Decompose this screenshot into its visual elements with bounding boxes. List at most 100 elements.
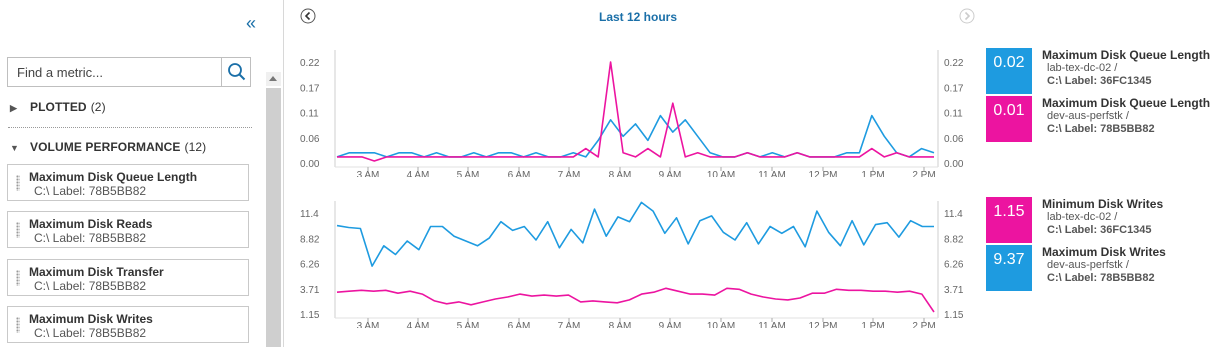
metric-label: C:\ Label: 78B5BB82 bbox=[34, 184, 147, 198]
series-line-lab-tex-dc-02 bbox=[336, 201, 934, 267]
group-label: PLOTTED bbox=[30, 100, 87, 114]
metric-name: Maximum Disk Writes bbox=[29, 312, 153, 326]
x-tick-label: 12 PM bbox=[809, 170, 838, 177]
metric-sidebar: « ▶ PLOTTED(2) ▼ VOLUME PERFORMANCE(12) Ma… bbox=[0, 0, 284, 347]
x-tick-label: 6 AM bbox=[508, 170, 531, 177]
legend-metric-title: Maximum Disk Queue Length bbox=[1042, 48, 1211, 62]
x-tick-label: 9 AM bbox=[659, 321, 682, 328]
drag-handle-icon[interactable] bbox=[16, 175, 20, 191]
time-range-title[interactable]: Last 12 hours bbox=[560, 10, 716, 24]
y-tick-label-left: 0.06 bbox=[300, 134, 320, 145]
y-tick-label-left: 6.26 bbox=[300, 260, 320, 271]
performance-analyzer: « ▶ PLOTTED(2) ▼ VOLUME PERFORMANCE(12) Ma… bbox=[0, 0, 1220, 347]
metric-label: C:\ Label: 78B5BB82 bbox=[34, 231, 147, 245]
y-tick-label-right: 0.11 bbox=[944, 109, 963, 120]
x-tick-label: 4 AM bbox=[407, 170, 430, 177]
caret-right-icon: ▶ bbox=[10, 103, 18, 113]
double-chevron-left-icon[interactable]: « bbox=[246, 14, 264, 34]
legend-volume-label: C:\ Label: 36FC1345 bbox=[1047, 224, 1152, 236]
y-tick-label-right: 3.71 bbox=[944, 285, 964, 296]
search-divider bbox=[221, 58, 222, 86]
y-tick-label-right: 1.15 bbox=[944, 310, 964, 321]
legend-entry[interactable]: 9.37 Maximum Disk Writes dev-aus-perfstk… bbox=[986, 245, 1220, 291]
previous-period-icon[interactable] bbox=[300, 8, 316, 24]
legend-volume-label: C:\ Label: 78B5BB82 bbox=[1047, 123, 1155, 135]
x-tick-label: 3 AM bbox=[357, 170, 380, 177]
legend-value-badge: 1.15 bbox=[986, 197, 1032, 243]
x-tick-label: 1 PM bbox=[861, 321, 884, 328]
legend-value-badge: 0.01 bbox=[986, 96, 1032, 142]
legend-entry[interactable]: 0.01 Maximum Disk Queue Length dev-aus-p… bbox=[986, 96, 1220, 142]
y-tick-label-right: 0.06 bbox=[944, 134, 964, 145]
x-tick-label: 11 AM bbox=[758, 321, 786, 328]
metric-name: Maximum Disk Transfer bbox=[29, 265, 164, 279]
y-tick-label-right: 0.17 bbox=[944, 83, 964, 94]
search-input[interactable] bbox=[8, 58, 220, 86]
group-volume-performance[interactable]: ▼ VOLUME PERFORMANCE (12) bbox=[10, 140, 206, 154]
y-tick-label-left: 0.17 bbox=[300, 83, 320, 94]
legend-node: lab-tex-dc-02 / bbox=[1047, 211, 1118, 223]
group-divider bbox=[8, 127, 252, 128]
search-icon[interactable] bbox=[227, 62, 247, 82]
y-tick-label-left: 0.22 bbox=[300, 58, 320, 69]
caret-down-icon: ▼ bbox=[10, 143, 20, 153]
y-tick-label-left: 1.15 bbox=[300, 310, 320, 321]
legend-volume-label: C:\ Label: 36FC1345 bbox=[1047, 75, 1152, 87]
x-tick-label: 9 AM bbox=[659, 170, 682, 177]
x-tick-label: 4 AM bbox=[407, 321, 430, 328]
metric-item[interactable]: Maximum Disk Reads C:\ Label: 78B5BB82 bbox=[7, 211, 249, 248]
x-tick-label: 5 AM bbox=[457, 321, 480, 328]
scrollbar-thumb[interactable] bbox=[266, 88, 281, 347]
disk-queue-chart[interactable]: 0.22 0.22 0.17 0.17 0.11 0.11 0.06 0.06 0.00 0.00… bbox=[290, 45, 980, 177]
legend-metric-title: Minimum Disk Writes bbox=[1042, 197, 1164, 211]
x-tick-label: 12 PM bbox=[809, 321, 838, 328]
y-tick-label-right: 0.00 bbox=[944, 159, 964, 170]
x-tick-label: 1 PM bbox=[861, 170, 884, 177]
metric-search bbox=[7, 57, 251, 87]
y-tick-label-right: 6.26 bbox=[944, 260, 964, 271]
group-plotted[interactable]: ▶ PLOTTED (2) bbox=[10, 100, 106, 114]
x-tick-label: 7 AM bbox=[558, 321, 581, 328]
x-tick-label: 8 AM bbox=[609, 321, 632, 328]
x-tick-label: 7 AM bbox=[558, 170, 581, 177]
disk-writes-chart[interactable]: 11.4 11.4 8.82 8.82 6.26 6.26 3.71 3.71 1.15 1.15… bbox=[290, 196, 980, 328]
x-tick-label: 8 AM bbox=[609, 170, 632, 177]
drag-handle-icon[interactable] bbox=[16, 222, 20, 238]
x-tick-label: 5 AM bbox=[457, 170, 480, 177]
legend-metric-title: Maximum Disk Queue Length bbox=[1042, 96, 1211, 110]
x-tick-label: 10 AM bbox=[707, 170, 735, 177]
y-tick-label-right: 11.4 bbox=[944, 209, 963, 220]
metric-name: Maximum Disk Reads bbox=[29, 217, 153, 231]
group-count: (2) bbox=[90, 100, 106, 114]
x-tick-label: 6 AM bbox=[508, 321, 531, 328]
legend-entry[interactable]: 1.15 Minimum Disk Writes lab-tex-dc-02 /… bbox=[986, 197, 1220, 243]
next-period-icon[interactable] bbox=[959, 8, 975, 24]
legend-value-badge: 0.02 bbox=[986, 48, 1032, 94]
legend-entry[interactable]: 0.02 Maximum Disk Queue Length lab-tex-d… bbox=[986, 48, 1220, 94]
x-tick-label: 3 AM bbox=[357, 321, 380, 328]
y-tick-label-left: 11.4 bbox=[300, 209, 319, 220]
scrollbar-up-button[interactable] bbox=[266, 72, 281, 86]
group-count: (12) bbox=[184, 140, 207, 154]
x-tick-label: 2 PM bbox=[912, 321, 935, 328]
drag-handle-icon[interactable] bbox=[16, 270, 20, 286]
y-tick-label-left: 0.11 bbox=[300, 109, 319, 120]
metric-label: C:\ Label: 78B5BB82 bbox=[34, 326, 147, 340]
y-tick-label-right: 0.22 bbox=[944, 58, 964, 69]
drag-handle-icon[interactable] bbox=[16, 317, 20, 333]
metric-name: Maximum Disk Queue Length bbox=[29, 170, 198, 184]
group-label: VOLUME PERFORMANCE bbox=[30, 140, 181, 154]
y-tick-label-right: 8.82 bbox=[944, 234, 964, 245]
metric-item[interactable]: Maximum Disk Writes C:\ Label: 78B5BB82 bbox=[7, 306, 249, 343]
metric-item[interactable]: Maximum Disk Transfer C:\ Label: 78B5BB8… bbox=[7, 259, 249, 296]
series-line-lab-tex-dc-02 bbox=[336, 114, 935, 158]
legend-volume-label: C:\ Label: 78B5BB82 bbox=[1047, 272, 1155, 284]
y-tick-label-left: 3.71 bbox=[300, 285, 320, 296]
legend-node: dev-aus-perfstk / bbox=[1047, 259, 1129, 271]
y-tick-label-left: 8.82 bbox=[300, 234, 320, 245]
x-tick-label: 11 AM bbox=[758, 170, 786, 177]
series-line-dev-aus-perfstk bbox=[337, 61, 934, 162]
caret-up-icon bbox=[269, 76, 277, 81]
metric-item[interactable]: Maximum Disk Queue Length C:\ Label: 78B… bbox=[7, 164, 249, 201]
x-tick-label: 10 AM bbox=[707, 321, 735, 328]
